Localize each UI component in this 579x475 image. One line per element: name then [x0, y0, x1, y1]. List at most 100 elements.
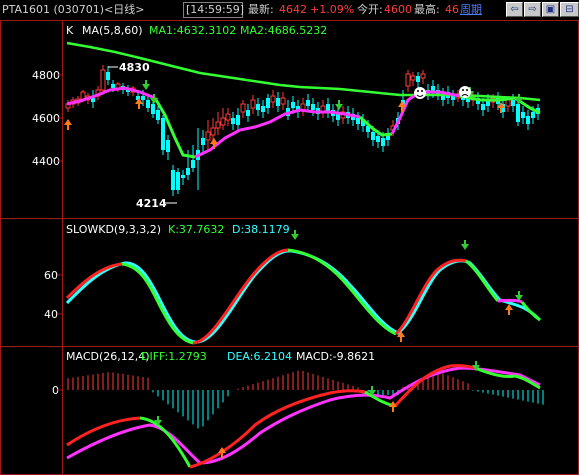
kd-y-tick-60: 60 [44, 269, 58, 282]
kd-k-line [497, 298, 523, 304]
kd-k-line [287, 248, 397, 336]
candle-body [215, 121, 221, 129]
title-bar: PTA1601 (030701)<日线> [14:59:59] 最新: 4642… [0, 0, 579, 20]
macd-diff-line [474, 366, 541, 390]
sell-arrow-icon [335, 100, 343, 110]
candle-body [481, 104, 485, 110]
candle-body [505, 99, 511, 107]
symbol-label: PTA1601 (030701)<日线> [2, 3, 145, 16]
candlesticks [65, 65, 540, 196]
candle-body [291, 102, 295, 108]
candle-body [240, 103, 246, 113]
high-marker: 4830 [108, 61, 150, 74]
candle-body [106, 72, 110, 80]
candle-body [111, 84, 115, 88]
candle-body [451, 96, 455, 100]
candle-body [336, 114, 340, 120]
high-price-value: 4642 [445, 3, 459, 16]
nav-zoom-button[interactable]: ⊟ [560, 2, 579, 17]
ma1-label: MA1:4632.3102 [149, 24, 236, 37]
buy-arrow-icon [505, 304, 513, 315]
candle-body [250, 99, 256, 109]
y-tick-4800: 4800 [32, 69, 60, 82]
candle-body [146, 100, 150, 108]
kd-k-label: K:37.7632 [168, 223, 224, 236]
smiley-icon [414, 87, 426, 99]
candle-body [186, 168, 190, 175]
candle-body [100, 69, 106, 91]
open-price-value: 4600 [384, 3, 412, 16]
change-percent-value: +1.09% [310, 3, 355, 16]
candle-body [201, 138, 205, 145]
candle-body [420, 73, 426, 79]
buy-arrow-icon [389, 401, 397, 412]
macd-panel: MACD(26,12,4) DIFF:1.2793 DEA:6.2104 MAC… [52, 350, 544, 469]
nav-window-button[interactable]: ▣ [542, 2, 559, 17]
sell-arrow-icon [142, 80, 150, 90]
candle-body [511, 100, 515, 106]
sell-arrow-icon [291, 230, 299, 240]
kd-k-line [520, 301, 541, 322]
candle-body [270, 95, 276, 103]
candle-body [225, 113, 231, 121]
candle-body [405, 73, 411, 87]
low-marker: 4214 [136, 197, 177, 210]
candle-body [516, 104, 520, 122]
y-tick-4400: 4400 [32, 155, 60, 168]
y-tick-4600: 4600 [32, 112, 60, 125]
candle-body [311, 104, 315, 110]
ma-short-line [299, 108, 361, 119]
candle-body [256, 104, 260, 110]
ma-params-label: MA(5,8,60) [82, 24, 143, 37]
candle-body [410, 75, 416, 81]
candle-body [381, 138, 385, 146]
candle-body [266, 98, 270, 108]
chart-area[interactable]: K MA(5,8,60) MA1:4632.3102 MA2:4686.5232… [0, 20, 579, 475]
candle-body [246, 110, 250, 116]
open-price-label: 今开: [357, 3, 383, 16]
candle-body [161, 118, 165, 150]
kline-title: K [66, 24, 74, 37]
candle-body [236, 115, 240, 125]
kd-k-line [121, 262, 194, 345]
candle-body [521, 112, 525, 118]
kd-title: SLOWKD(9,3,3,2) [66, 223, 161, 236]
candle-body [526, 116, 530, 124]
nav-back-button[interactable]: ⇦ [506, 2, 523, 17]
sell-arrow-icon [461, 240, 469, 250]
high-mark-label: 4830 [119, 61, 150, 74]
candle-body [531, 112, 535, 118]
latest-price-value: 4642 [279, 3, 307, 16]
macd-title: MACD(26,12,4) [66, 350, 150, 363]
latest-price-label: 最新: [248, 3, 274, 16]
candle-body [205, 131, 211, 141]
candle-body [181, 175, 185, 178]
macd-diff-label: DIFF:1.2793 [141, 350, 207, 363]
candle-body [151, 104, 155, 114]
candle-body [191, 160, 195, 168]
candle-body [280, 97, 286, 105]
candle-body [171, 170, 175, 190]
low-mark-label: 4214 [136, 197, 167, 210]
candle-body [416, 76, 420, 82]
frown-icon [459, 86, 471, 98]
candle-body [276, 98, 280, 106]
candle-body [356, 118, 360, 124]
macd-diff-line [189, 389, 366, 469]
nav-forward-button[interactable]: ⇨ [524, 2, 541, 17]
candle-body [210, 127, 216, 136]
candle-body [231, 118, 235, 124]
kd-y-tick-40: 40 [44, 308, 58, 321]
candle-body [376, 136, 380, 142]
kline-panel: K MA(5,8,60) MA1:4632.3102 MA2:4686.5232… [32, 24, 541, 210]
kline-y-axis: 4800 4600 4400 [32, 69, 62, 168]
high-price-label: 最高: [414, 3, 440, 16]
kd-k-line [465, 259, 500, 303]
candle-body [220, 117, 226, 126]
candle-body [80, 91, 86, 100]
time-label: [14:59:59] [186, 3, 244, 16]
candle-body [261, 106, 265, 112]
candle-body [141, 96, 145, 100]
period-link[interactable]: 周期 [460, 3, 482, 17]
macd-dea-label: DEA:6.2104 [227, 350, 292, 363]
